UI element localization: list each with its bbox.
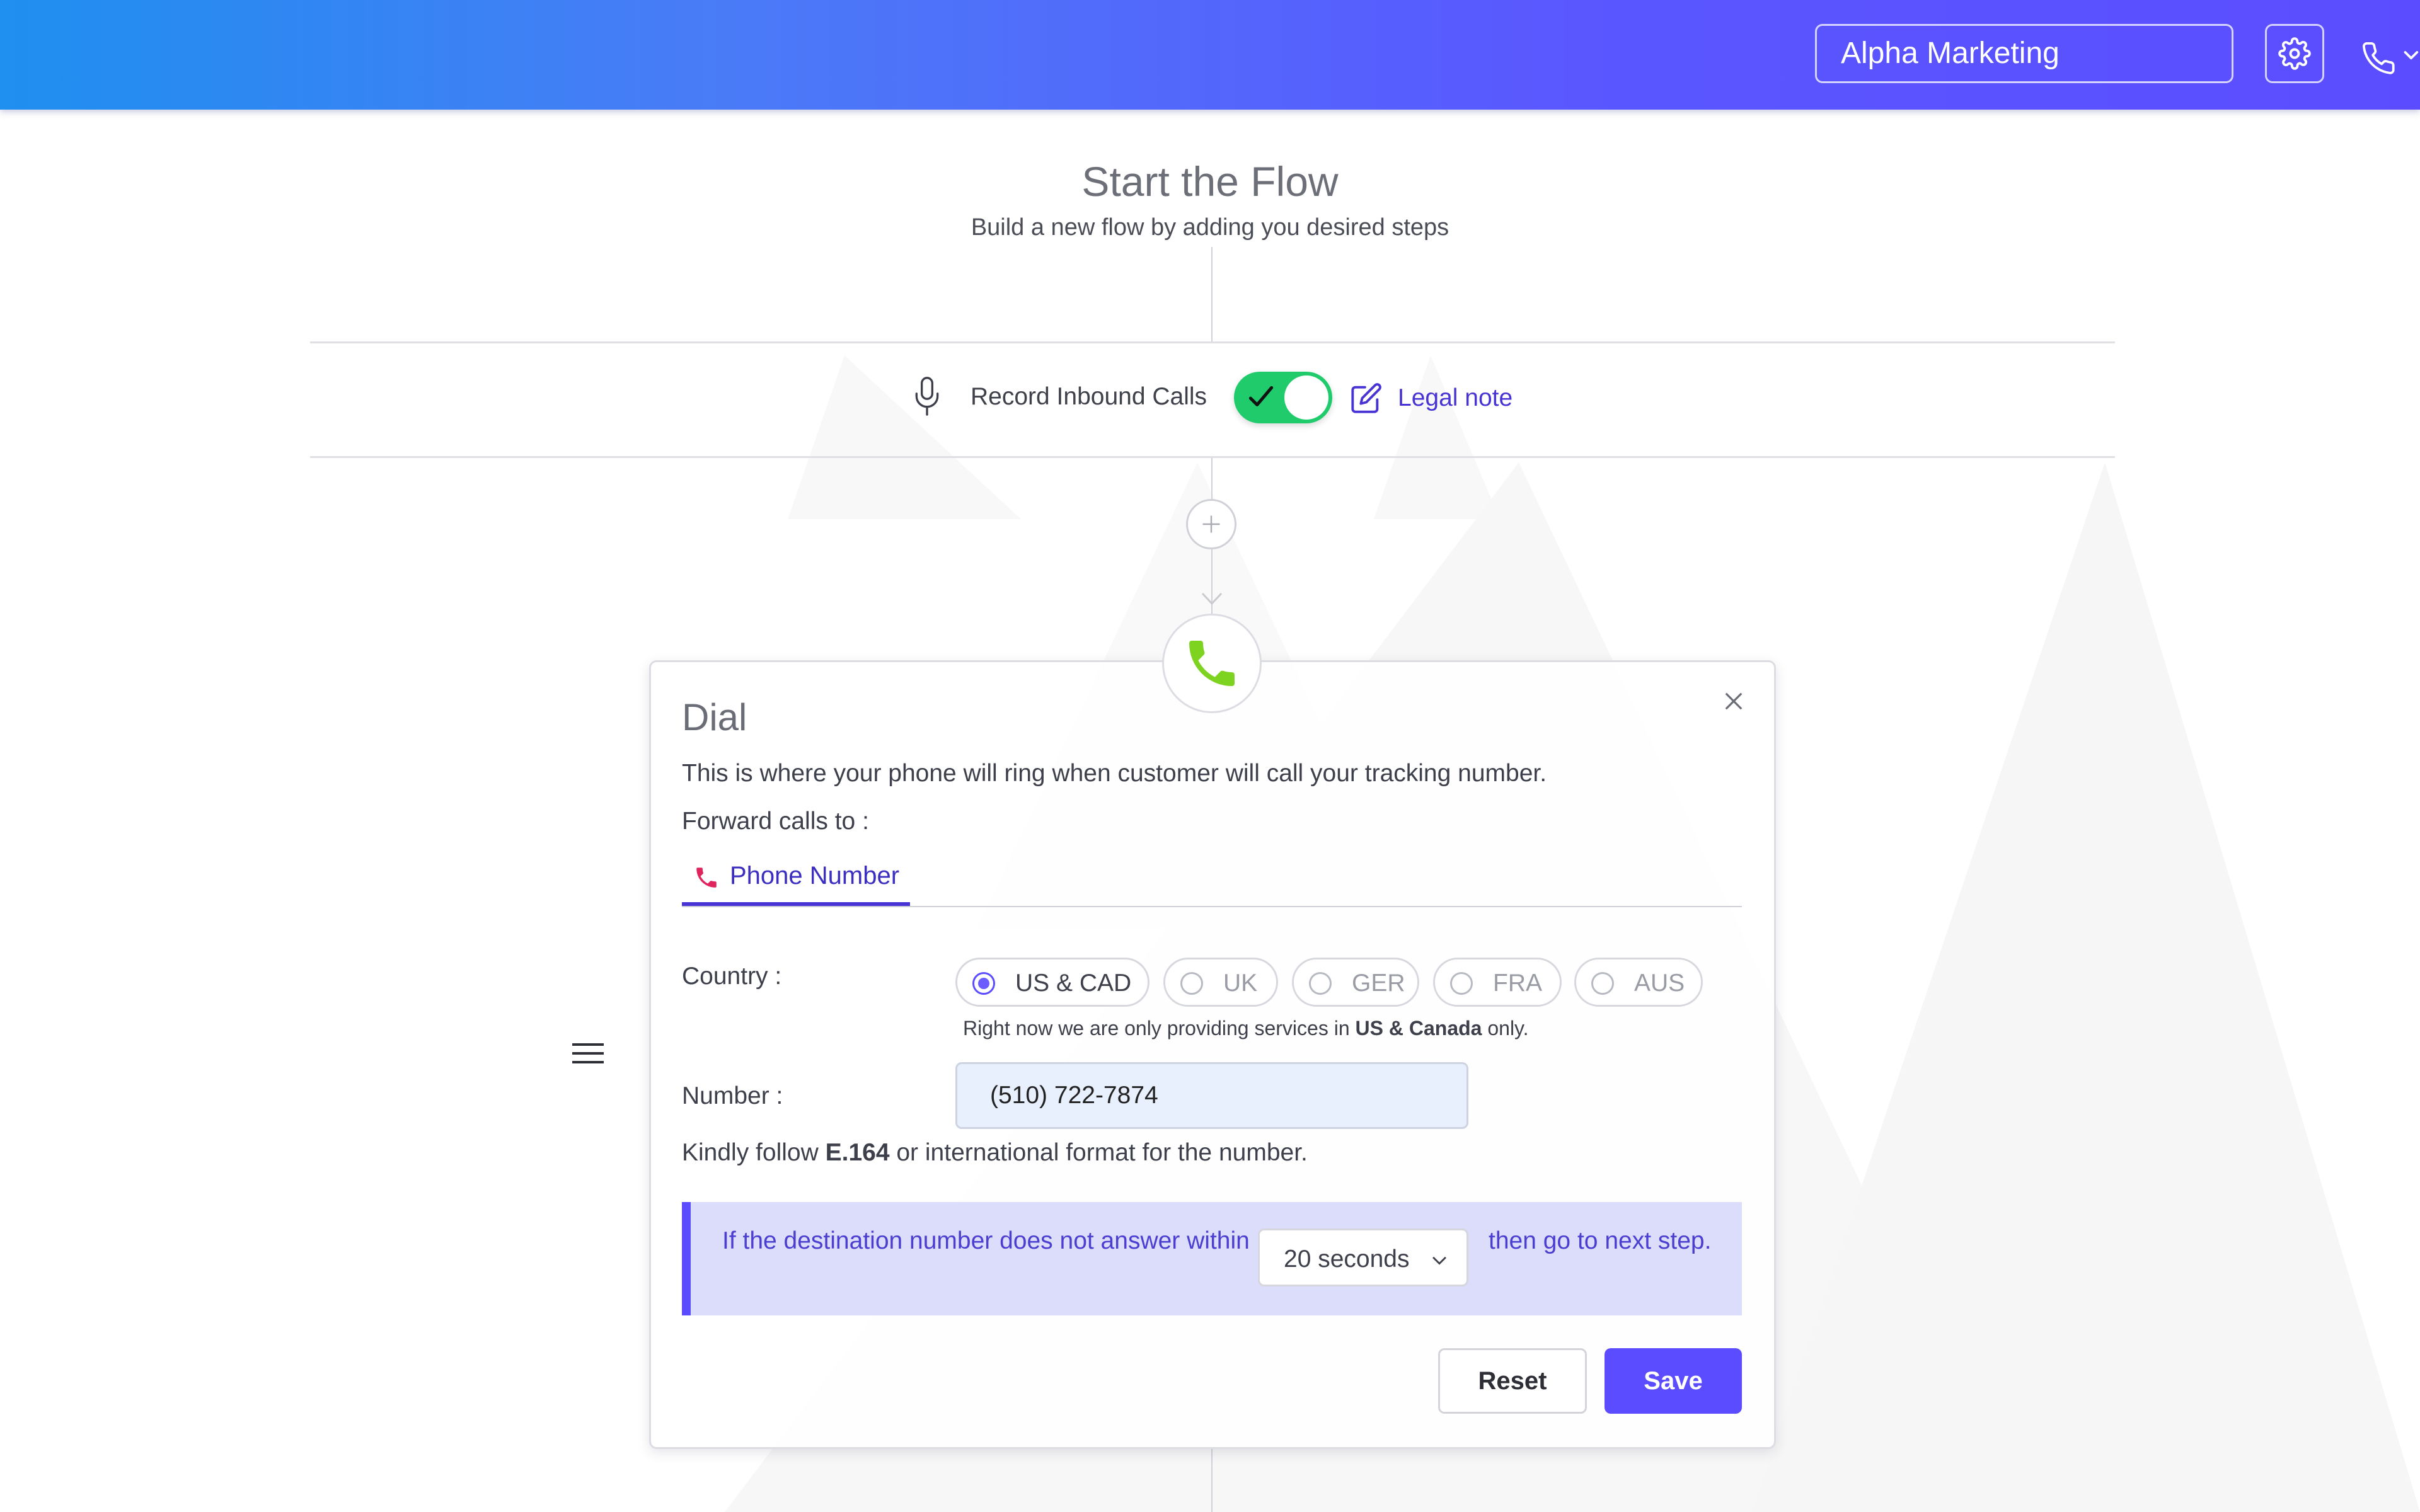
- dial-description: This is where your phone will ring when …: [682, 760, 1547, 787]
- country-option-label: FRA: [1493, 970, 1542, 997]
- divider: [310, 456, 2115, 458]
- radio-icon: [1180, 972, 1203, 995]
- phone-menu[interactable]: [2361, 32, 2420, 82]
- phone-number-input[interactable]: [955, 1062, 1468, 1129]
- country-option-label: UK: [1223, 970, 1258, 997]
- timeout-text-before: If the destination number does not answe…: [722, 1227, 1250, 1254]
- connector-line: [1211, 458, 1213, 499]
- radio-icon: [1450, 972, 1473, 995]
- record-inbound-row: Record Inbound Calls Legal note: [0, 372, 2420, 428]
- radio-icon: [1309, 972, 1332, 995]
- timeout-value: 20 seconds: [1284, 1246, 1410, 1273]
- phone-icon: [696, 868, 717, 888]
- gear-icon: [2278, 37, 2311, 70]
- format-note: Kindly follow E.164 or international for…: [682, 1139, 1308, 1166]
- country-option-us-cad[interactable]: US & CAD: [955, 958, 1150, 1007]
- arrow-down-icon: [1201, 592, 1223, 605]
- page-title: Start the Flow: [1081, 158, 1339, 205]
- country-note: Right now we are only providing services…: [963, 1017, 1529, 1040]
- chevron-down-icon: [1432, 1256, 1446, 1265]
- timeout-callout: If the destination number does not answe…: [682, 1202, 1742, 1315]
- phone-icon: [2363, 42, 2419, 74]
- number-label: Number :: [682, 1082, 783, 1109]
- close-icon[interactable]: [1720, 688, 1747, 714]
- country-option-label: GER: [1352, 970, 1405, 997]
- toggle-knob: [1284, 375, 1328, 420]
- settings-button[interactable]: [2265, 24, 2324, 83]
- record-inbound-label: Record Inbound Calls: [971, 383, 1207, 410]
- edit-icon[interactable]: [1350, 382, 1383, 415]
- add-step-button[interactable]: [1186, 499, 1236, 549]
- dial-step-icon: [1162, 614, 1262, 713]
- country-label: Country :: [682, 963, 782, 990]
- country-option-aus[interactable]: AUS: [1574, 958, 1703, 1007]
- plus-icon: [1202, 515, 1220, 533]
- top-bar: Alpha Marketing: [0, 0, 2420, 110]
- tab-underline: [682, 906, 1742, 907]
- country-option-uk[interactable]: UK: [1163, 958, 1278, 1007]
- connector-line: [1211, 247, 1213, 341]
- divider: [310, 341, 2115, 343]
- country-option-label: US & CAD: [1015, 970, 1132, 997]
- radio-icon: [1591, 972, 1614, 995]
- legal-note-link[interactable]: Legal note: [1398, 384, 1512, 412]
- country-option-label: AUS: [1634, 970, 1685, 997]
- microphone-icon: [915, 377, 939, 416]
- tab-label: Phone Number: [730, 862, 900, 890]
- drag-handle-icon[interactable]: [571, 1041, 605, 1066]
- forward-calls-label: Forward calls to :: [682, 808, 869, 835]
- reset-button[interactable]: Reset: [1438, 1348, 1587, 1414]
- connector-line: [1211, 1448, 1213, 1512]
- check-icon: [1248, 386, 1274, 406]
- organization-selector[interactable]: Alpha Marketing: [1815, 24, 2233, 83]
- timeout-select[interactable]: 20 seconds: [1258, 1228, 1468, 1286]
- page-subtitle: Build a new flow by adding you desired s…: [971, 214, 1449, 241]
- radio-selected-icon: [972, 972, 995, 995]
- dial-title: Dial: [682, 696, 747, 738]
- timeout-text-after: then go to next step.: [1489, 1227, 1712, 1254]
- tab-phone-number[interactable]: Phone Number: [682, 858, 910, 906]
- country-option-fra[interactable]: FRA: [1433, 958, 1562, 1007]
- record-inbound-toggle[interactable]: [1234, 372, 1332, 423]
- country-option-ger[interactable]: GER: [1292, 958, 1419, 1007]
- phone-call-icon: [1189, 641, 1235, 686]
- save-button[interactable]: Save: [1605, 1348, 1742, 1414]
